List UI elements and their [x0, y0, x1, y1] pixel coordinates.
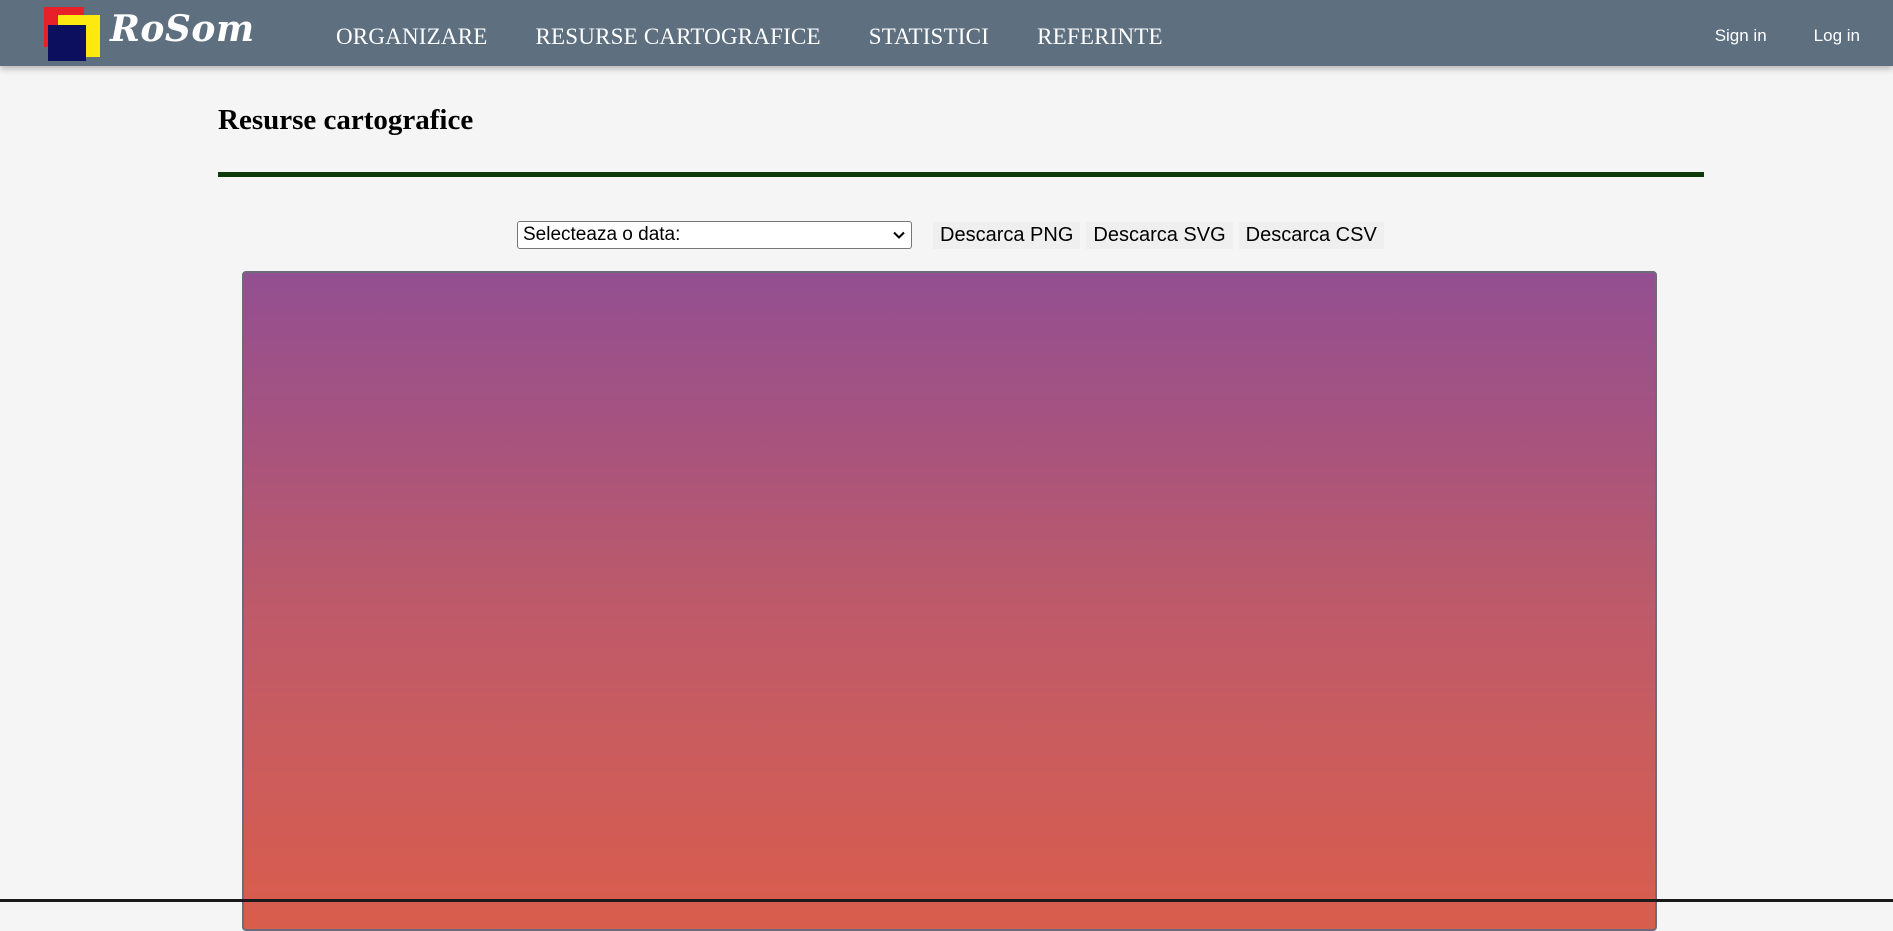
logo-link[interactable]: RoSom: [44, 7, 255, 61]
download-png-button[interactable]: Descarca PNG: [933, 221, 1081, 249]
top-navbar: RoSom ORGANIZARE RESURSE CARTOGRAFICE ST…: [0, 0, 1893, 66]
download-svg-button[interactable]: Descarca SVG: [1086, 221, 1233, 249]
map-controls: Selecteaza o data: Descarca PNG Descarca…: [517, 221, 1384, 249]
nav-item-resurse-cartografice[interactable]: RESURSE CARTOGRAFICE: [536, 24, 821, 50]
nav-item-referinte[interactable]: REFERINTE: [1037, 24, 1163, 50]
main-nav: ORGANIZARE RESURSE CARTOGRAFICE STATISTI…: [336, 0, 1211, 74]
nav-item-statistici[interactable]: STATISTICI: [869, 24, 989, 50]
nav-item-organizare[interactable]: ORGANIZARE: [336, 24, 488, 50]
map-canvas[interactable]: [242, 271, 1657, 931]
page-title: Resurse cartografice: [218, 104, 474, 136]
date-select-value: Selecteaza o data:: [523, 224, 681, 245]
log-in-link[interactable]: Log in: [1814, 26, 1860, 46]
brand-name: RoSom: [110, 8, 255, 50]
date-select[interactable]: Selecteaza o data:: [517, 221, 912, 249]
title-divider: [218, 172, 1704, 177]
logo-icon: [44, 7, 102, 61]
download-csv-button[interactable]: Descarca CSV: [1238, 221, 1384, 249]
chevron-down-icon: [893, 231, 905, 239]
auth-links: Sign in Log in: [1715, 0, 1893, 72]
logo-navy-square: [48, 25, 86, 61]
sign-in-link[interactable]: Sign in: [1715, 26, 1767, 46]
